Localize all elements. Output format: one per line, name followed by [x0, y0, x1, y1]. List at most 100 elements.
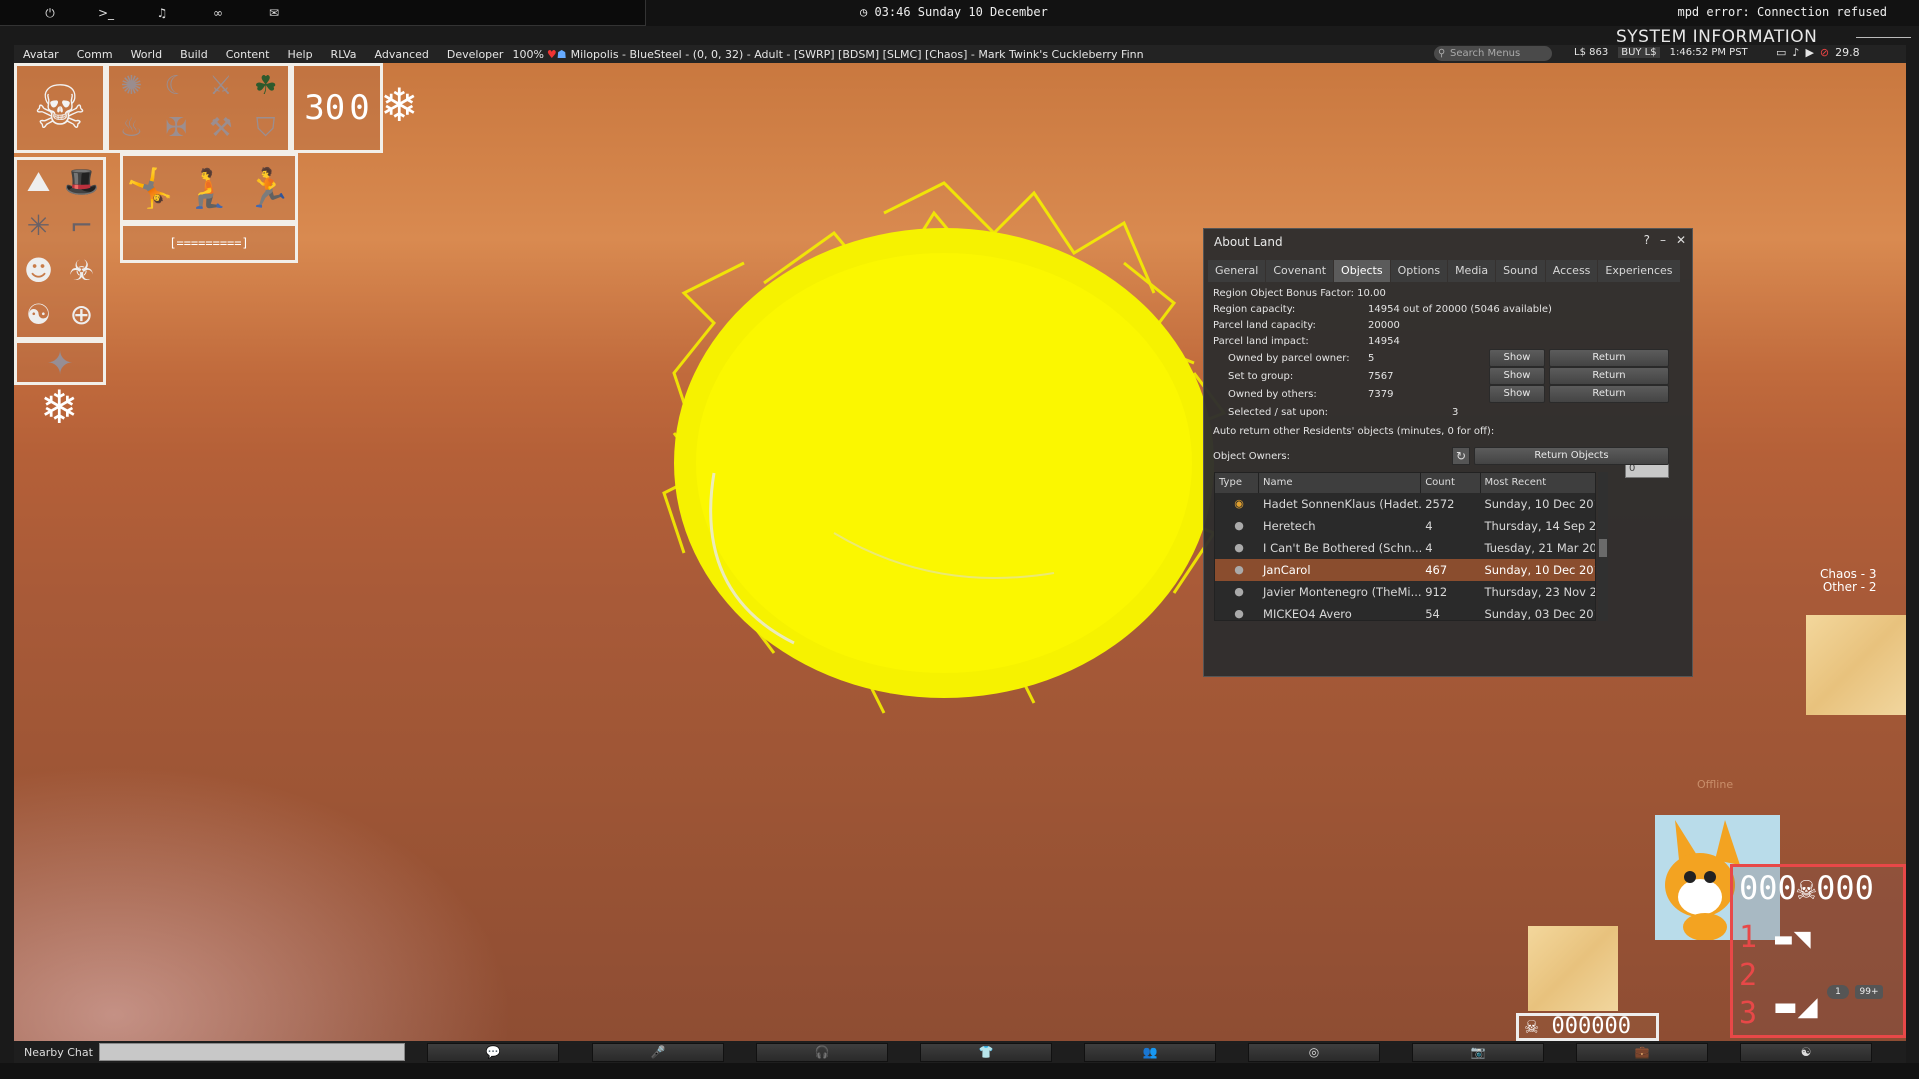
return-objects-button[interactable]: Return Objects — [1474, 447, 1669, 465]
owner-name: MICKEO4 Avero — [1263, 607, 1352, 621]
chat-bubble-icon[interactable]: ✉ — [264, 5, 284, 21]
refresh-icon[interactable]: ↻ — [1452, 447, 1470, 465]
owner-row[interactable]: ● I Can't Be Bothered (Schn... 4 Tuesday… — [1215, 537, 1595, 559]
tab-media[interactable]: Media — [1448, 260, 1496, 282]
hud-compass-star-icon[interactable]: ✦ — [14, 340, 106, 385]
link-icon[interactable]: ∞ — [208, 5, 228, 21]
col-most-recent[interactable]: Most Recent — [1481, 473, 1595, 493]
show-group-button[interactable]: Show — [1489, 367, 1545, 385]
show-owner-button[interactable]: Show — [1489, 349, 1545, 367]
music-icon[interactable]: ♪ — [1792, 46, 1799, 59]
gun-icon[interactable]: ▬◢ — [1773, 992, 1818, 1022]
hud-spider-icon[interactable]: ✳ — [17, 204, 60, 248]
menu-developer[interactable]: Developer — [438, 48, 513, 61]
col-count[interactable]: Count — [1421, 473, 1481, 493]
hud-hat-icon[interactable]: 🎩 — [60, 160, 103, 204]
menu-rlva[interactable]: RLVa — [322, 48, 366, 61]
slot-2[interactable]: 2 — [1739, 957, 1757, 995]
hud-yinyang-icon[interactable]: ☯ — [17, 293, 60, 337]
owner-recent: Sunday, 03 Dec 2017 12:... — [1484, 607, 1595, 621]
owner-name: Javier Montenegro (TheMi... — [1263, 585, 1422, 599]
tab-sound[interactable]: Sound — [1496, 260, 1545, 282]
owner-row[interactable]: ● Heretech 4 Thursday, 14 Sep 2017 0... — [1215, 515, 1595, 537]
menu-world[interactable]: World — [122, 48, 172, 61]
monitor-icon[interactable]: ▭ — [1776, 46, 1786, 59]
menu-build[interactable]: Build — [171, 48, 217, 61]
hud-shield-icon[interactable]: ⛉ — [243, 108, 288, 150]
pose-run-icon[interactable]: 🏃 — [245, 166, 292, 211]
tab-objects[interactable]: Objects — [1334, 260, 1390, 282]
hud-expand-down-arrow-icon[interactable]: ❄ — [40, 380, 79, 434]
menu-avatar[interactable]: Avatar — [14, 48, 68, 61]
voice-button[interactable]: 🎤 — [592, 1043, 724, 1062]
hud-flame-icon[interactable]: ♨ — [109, 108, 154, 150]
hud-axe-icon[interactable]: ⚒ — [199, 108, 244, 150]
hud-crosshair-icon[interactable]: ⊕ — [60, 293, 103, 337]
scrollbar-thumb[interactable] — [1599, 539, 1607, 557]
speak-button[interactable]: 🎧 — [756, 1043, 888, 1062]
headphones-icon[interactable]: ♫ — [152, 5, 172, 21]
col-name[interactable]: Name — [1259, 473, 1422, 493]
help-icon[interactable]: ? — [1644, 233, 1650, 247]
avatar-status-icon: ☗ — [556, 47, 567, 61]
media-icon[interactable]: ▶ — [1805, 46, 1813, 59]
hud-biohazard-icon[interactable]: ☣ — [60, 249, 103, 293]
col-type[interactable]: Type — [1215, 473, 1260, 493]
owner-row[interactable]: ◉ Hadet SonnenKlaus (Hadet... 2572 Sunda… — [1215, 493, 1595, 515]
owner-row[interactable]: ● MICKEO4 Avero 54 Sunday, 03 Dec 2017 1… — [1215, 603, 1595, 621]
menu-content[interactable]: Content — [217, 48, 279, 61]
tab-options[interactable]: Options — [1390, 260, 1448, 282]
world-map-button[interactable]: ☯ — [1740, 1043, 1872, 1062]
terminal-icon[interactable]: >_ — [96, 5, 116, 21]
hud-cross-icon[interactable]: ✠ — [154, 108, 199, 150]
hud-gun-icon[interactable]: ⌐ — [60, 204, 103, 248]
slot-3[interactable]: 3 — [1739, 995, 1757, 1033]
power-icon[interactable]: ⏻ — [40, 5, 60, 21]
owner-row[interactable]: ● Javier Montenegro (TheMi... 912 Thursd… — [1215, 581, 1595, 603]
radar-button[interactable]: ◎ — [1248, 1043, 1380, 1062]
notification-badge[interactable]: 1 — [1827, 985, 1849, 999]
pose-crouch-icon[interactable]: 🧎 — [185, 166, 232, 211]
mute-icon[interactable]: ⊘ — [1820, 46, 1829, 59]
appearance-button[interactable]: 👕 — [920, 1043, 1052, 1062]
location-text[interactable]: Milopolis - BlueSteel - (0, 0, 32) - Adu… — [567, 48, 1144, 61]
chat-icon: 💬 — [485, 1045, 501, 1059]
nearby-chat-label[interactable]: Nearby Chat — [14, 1046, 99, 1059]
chat-button[interactable]: 💬 — [427, 1043, 559, 1062]
notification-badge-count[interactable]: 99+ — [1855, 985, 1883, 999]
return-others-button[interactable]: Return — [1549, 385, 1669, 403]
floater-titlebar[interactable]: About Land ? – ✕ — [1204, 229, 1692, 254]
hud-mask-icon[interactable]: ☻ — [17, 249, 60, 293]
hud-triskele-icon[interactable]: ☘ — [243, 66, 288, 108]
tab-general[interactable]: General — [1208, 260, 1266, 282]
minimize-icon[interactable]: – — [1660, 233, 1666, 247]
rifle-icon[interactable]: ▬◥ — [1773, 927, 1811, 952]
inventory-button[interactable]: 💼 — [1576, 1043, 1708, 1062]
chaos-skull-hud-button[interactable]: ☠ — [14, 63, 106, 153]
hud-sword-icon[interactable]: ⚔ — [199, 66, 244, 108]
menu-help[interactable]: Help — [278, 48, 321, 61]
slot-1[interactable]: 1 — [1739, 919, 1757, 957]
owner-row-selected[interactable]: ● JanCarol 467 Sunday, 10 Dec 2017 19:..… — [1215, 559, 1595, 581]
snapshot-button[interactable]: 📷 — [1412, 1043, 1544, 1062]
close-icon[interactable]: ✕ — [1676, 233, 1686, 247]
buy-currency-button[interactable]: BUY L$ — [1618, 47, 1660, 58]
people-button[interactable]: 👥 — [1084, 1043, 1216, 1062]
tab-experiences[interactable]: Experiences — [1598, 260, 1680, 282]
hud-landscape-icon[interactable]: ⛰ — [17, 160, 60, 204]
pose-kick-icon[interactable]: 🤸 — [126, 166, 173, 211]
search-menus-input[interactable]: ⚲ Search Menus — [1434, 46, 1552, 61]
hud-spell-icon[interactable]: ✺ — [109, 66, 154, 108]
show-others-button[interactable]: Show — [1489, 385, 1545, 403]
object-owners-list[interactable]: Type Name Count Most Recent ◉ Hadet Sonn… — [1214, 472, 1596, 621]
hud-expand-right-arrow-icon[interactable]: ❄ — [380, 78, 419, 132]
nearby-chat-input[interactable] — [98, 1043, 405, 1061]
hud-moon-icon[interactable]: ☾ — [154, 66, 199, 108]
menu-advanced[interactable]: Advanced — [366, 48, 438, 61]
return-group-button[interactable]: Return — [1549, 367, 1669, 385]
owners-scrollbar[interactable] — [1598, 472, 1608, 621]
tab-access[interactable]: Access — [1545, 260, 1598, 282]
tab-covenant[interactable]: Covenant — [1266, 260, 1334, 282]
return-owner-button[interactable]: Return — [1549, 349, 1669, 367]
menu-comm[interactable]: Comm — [68, 48, 122, 61]
